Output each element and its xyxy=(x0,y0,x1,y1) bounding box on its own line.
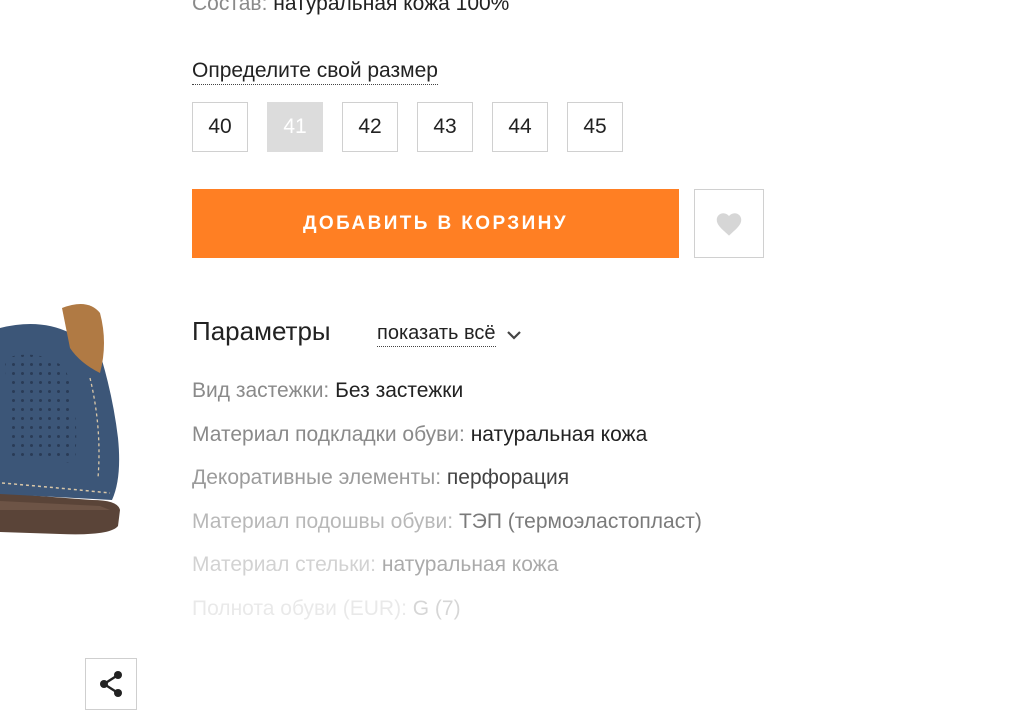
parameters-title: Параметры xyxy=(192,316,331,346)
size-option-41[interactable]: 41 xyxy=(267,102,323,152)
share-icon xyxy=(100,671,122,697)
show-all-label: показать всё xyxy=(377,322,496,347)
parameters-list: Вид застежки: Без застежки Материал подкл… xyxy=(192,378,702,639)
parameter-value: Без застежки xyxy=(335,379,464,402)
parameter-value: G (7) xyxy=(412,596,461,620)
parameter-row: Декоративные элементы: перфорация xyxy=(192,465,702,509)
parameter-label: Материал подошвы обуви: xyxy=(192,509,454,533)
parameter-label: Декоративные элементы: xyxy=(192,466,442,489)
size-option-40[interactable]: 40 xyxy=(192,102,248,152)
parameter-value: ТЭП (термоэластопласт) xyxy=(458,509,702,533)
share-button[interactable] xyxy=(85,658,137,710)
parameter-label: Материал стельки: xyxy=(192,553,376,576)
parameter-row: Вид застежки: Без застежки xyxy=(192,378,702,422)
size-guide-link[interactable]: Определите свой размер xyxy=(192,59,438,85)
parameter-row: Материал стельки: натуральная кожа xyxy=(192,552,702,596)
add-to-favorites-button[interactable] xyxy=(694,189,764,258)
parameter-label: Полнота обуви (EUR): xyxy=(192,596,407,620)
parameter-row: Материал подкладки обуви: натуральная ко… xyxy=(192,422,702,466)
add-to-cart-button[interactable]: ДОБАВИТЬ В КОРЗИНУ xyxy=(192,189,679,258)
parameter-value: натуральная кожа xyxy=(470,422,648,446)
size-option-44[interactable]: 44 xyxy=(492,102,548,152)
heart-icon xyxy=(716,212,742,236)
composition-label: Состав: xyxy=(192,0,268,15)
size-options: 40 41 42 43 44 45 xyxy=(192,102,623,152)
parameter-row: Материал подошвы обуви: ТЭП (термоэласто… xyxy=(192,509,702,553)
show-all-toggle[interactable]: показать всё xyxy=(377,322,522,347)
product-image xyxy=(0,304,120,535)
parameter-row: Полнота обуви (EUR): G (7) xyxy=(192,596,702,640)
parameter-label: Вид застежки: xyxy=(192,379,330,402)
composition-line: Состав: натуральная кожа 100% xyxy=(192,0,509,16)
size-option-42[interactable]: 42 xyxy=(342,102,398,152)
parameter-value: перфорация xyxy=(446,466,570,489)
parameter-value: натуральная кожа xyxy=(381,553,559,576)
composition-value: натуральная кожа 100% xyxy=(273,0,510,15)
size-option-45[interactable]: 45 xyxy=(567,102,623,152)
chevron-down-icon xyxy=(506,330,521,340)
parameter-label: Материал подкладки обуви: xyxy=(192,422,465,446)
size-option-43[interactable]: 43 xyxy=(417,102,473,152)
